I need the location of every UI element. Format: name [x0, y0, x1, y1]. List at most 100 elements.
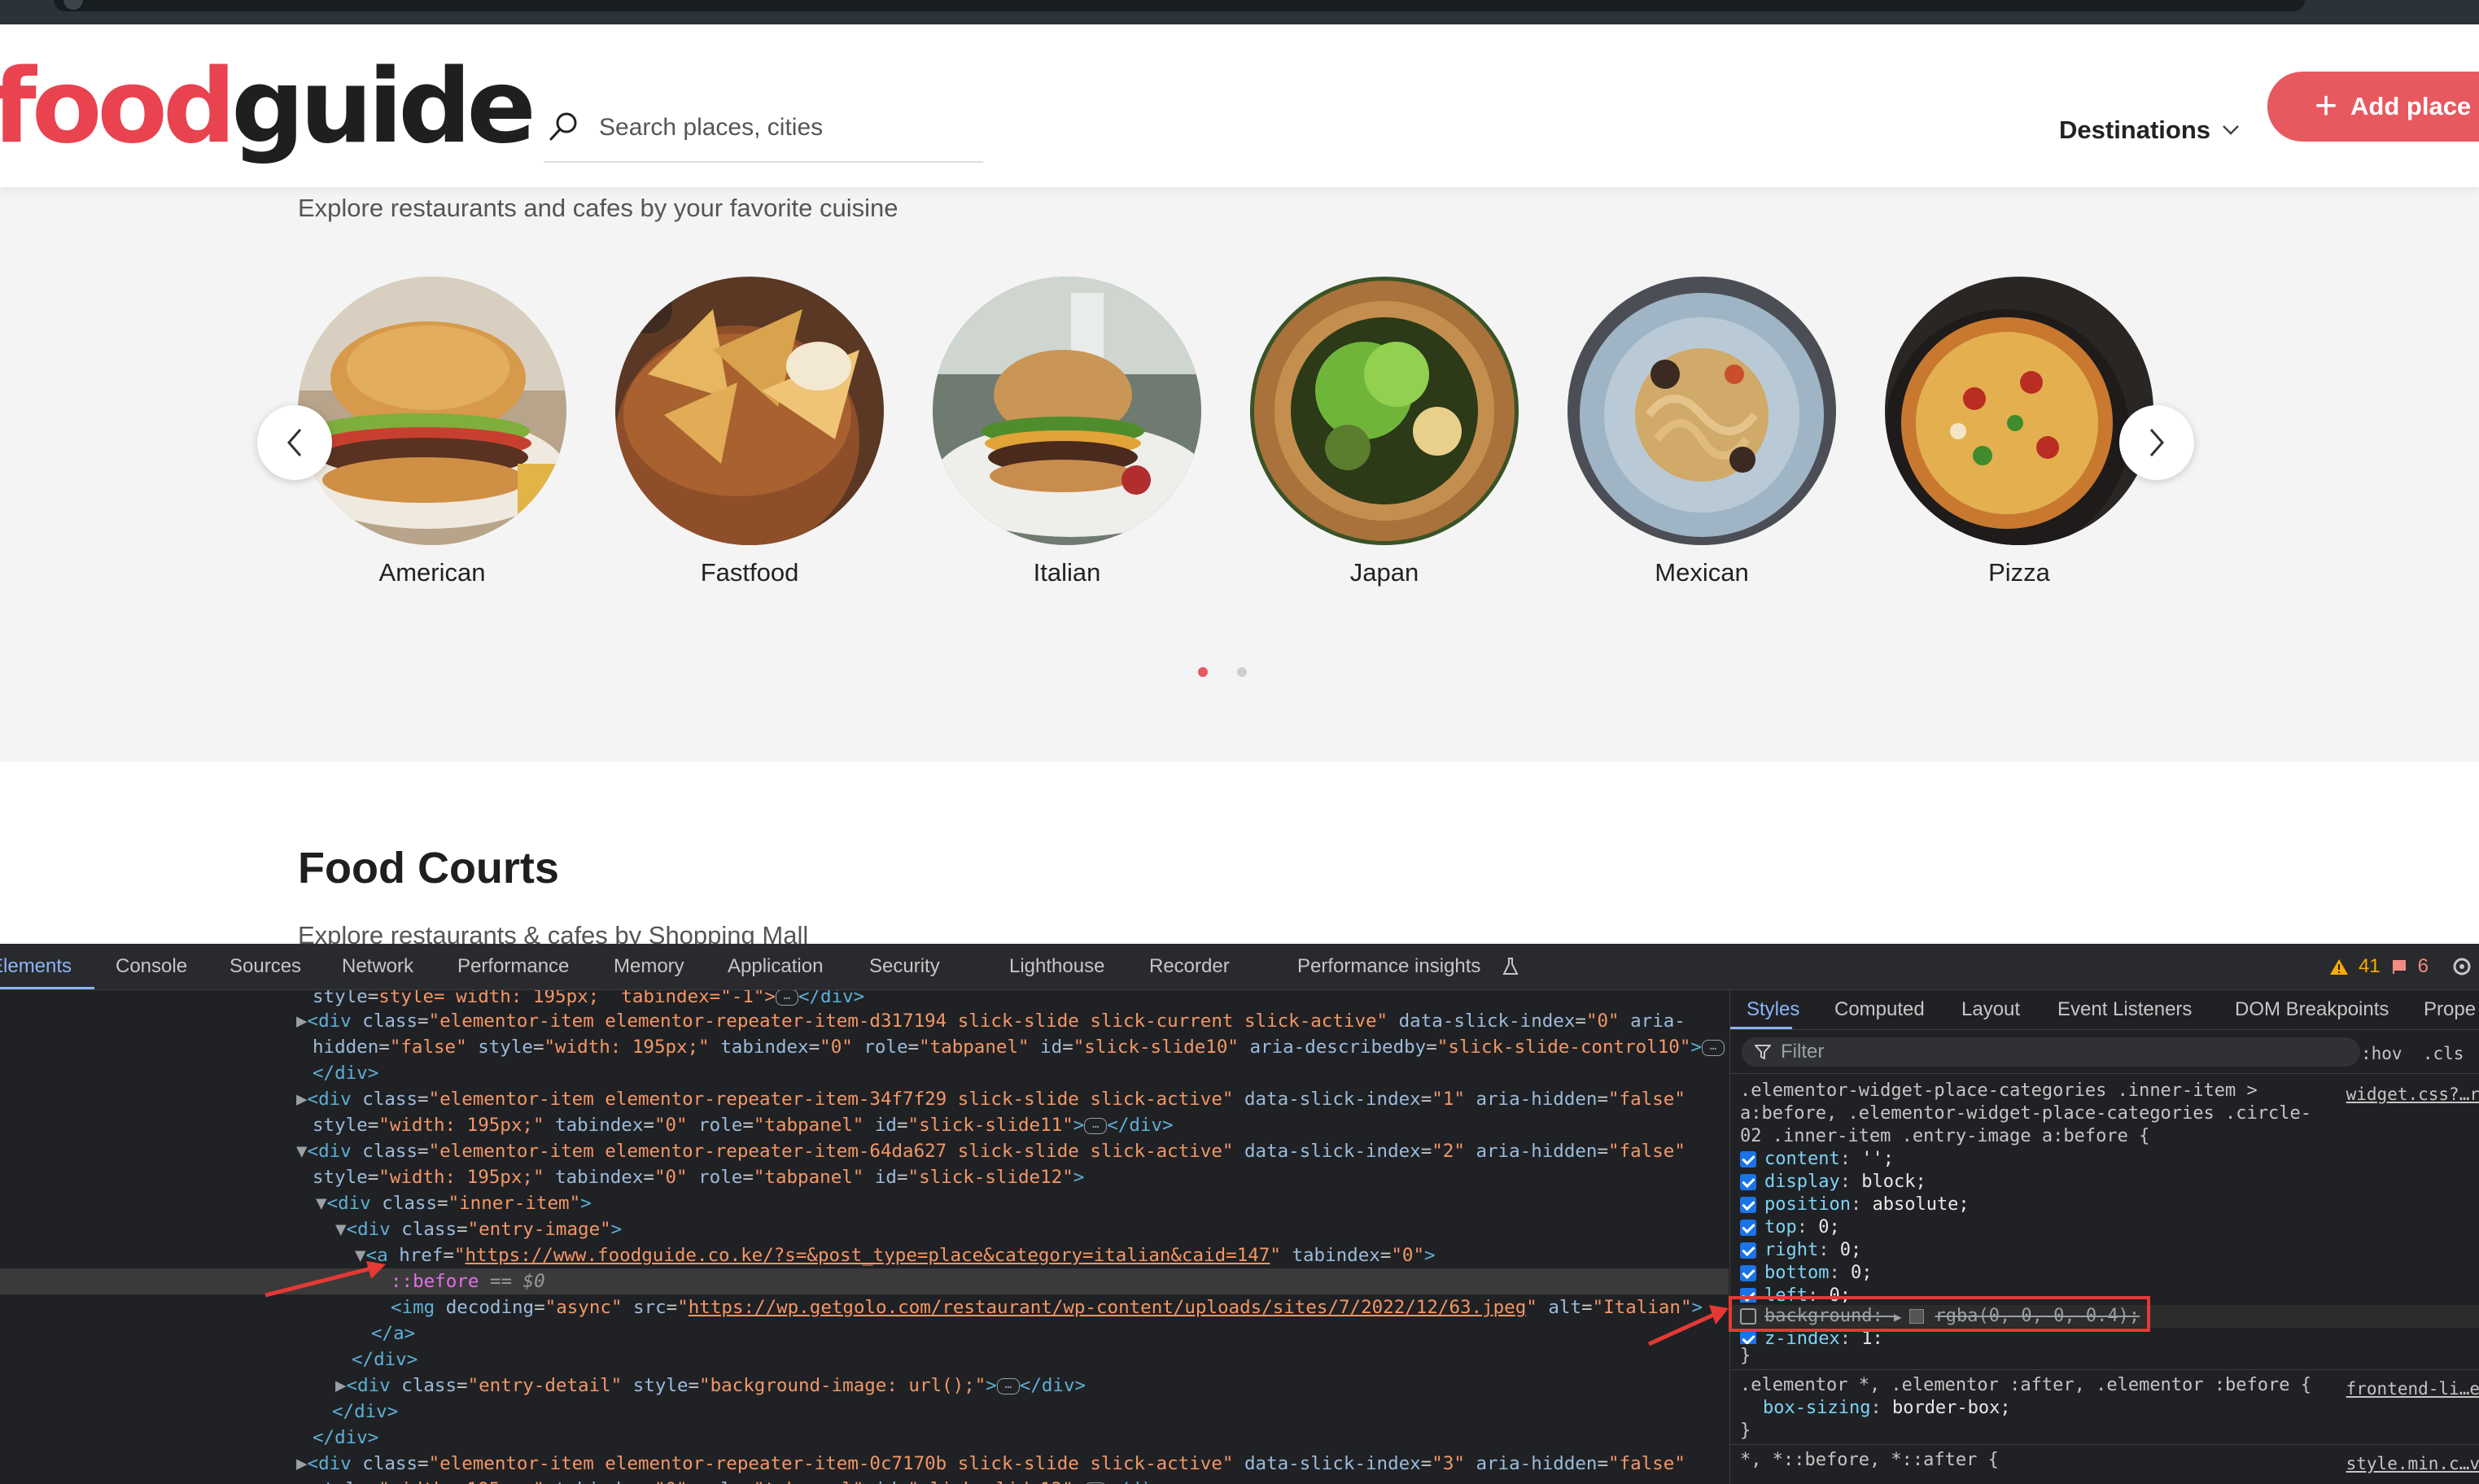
- dom-line[interactable]: <img decoding="async" src="https://wp.ge…: [391, 1294, 1703, 1320]
- category-italian[interactable]: Italian: [933, 277, 1201, 587]
- prop-value[interactable]: 0;: [1851, 1263, 1873, 1283]
- dom-line[interactable]: style="width: 195px;" tabindex="0" role=…: [313, 1112, 1174, 1138]
- dom-line-selected[interactable]: ::before == $0: [0, 1268, 1729, 1294]
- styles-filter[interactable]: Filter: [1742, 1037, 2360, 1067]
- elements-dom-tree[interactable]: style=style= width: 195px; tabindex="-1"…: [0, 990, 1729, 1484]
- category-american[interactable]: American: [298, 277, 566, 587]
- address-bar[interactable]: [54, 0, 2305, 11]
- prop-name[interactable]: content: [1764, 1149, 1840, 1169]
- prop-value[interactable]: '';: [1861, 1149, 1894, 1169]
- dom-line[interactable]: style="width: 195px;" tabindex="0" role=…: [313, 1477, 1174, 1484]
- prop-checkbox[interactable]: [1740, 1151, 1756, 1168]
- style-prop-row[interactable]: content: '';: [1740, 1148, 1894, 1171]
- prop-name[interactable]: right: [1764, 1240, 1818, 1260]
- dom-link[interactable]: https://wp.getgolo.com/restaurant/wp-con…: [689, 1297, 1527, 1318]
- style-source-link[interactable]: frontend-li…e: [2346, 1377, 2479, 1400]
- tab-memory[interactable]: Memory: [614, 944, 684, 989]
- carousel-prev-button[interactable]: [257, 405, 332, 480]
- search-box[interactable]: [544, 91, 983, 163]
- dom-line[interactable]: </div>: [313, 1425, 378, 1451]
- category-name[interactable]: Japan: [1250, 558, 1519, 587]
- carousel-dot-2[interactable]: [1237, 667, 1247, 677]
- style-prop-row[interactable]: right: 0;: [1740, 1239, 1861, 1262]
- category-name[interactable]: Fastfood: [615, 558, 884, 587]
- prop-checkbox[interactable]: [1740, 1242, 1756, 1259]
- tab-application[interactable]: Application: [728, 944, 823, 989]
- category-mexican[interactable]: Mexican: [1567, 277, 1836, 587]
- category-image-american[interactable]: [298, 277, 566, 545]
- tab-computed[interactable]: Computed: [1834, 990, 1925, 1029]
- tab-layout[interactable]: Layout: [1961, 990, 2020, 1029]
- tab-console[interactable]: Console: [116, 944, 187, 989]
- tab-elements[interactable]: Elements: [0, 944, 94, 989]
- category-name[interactable]: Italian: [933, 558, 1201, 587]
- category-name[interactable]: Pizza: [1885, 558, 2153, 587]
- add-place-button[interactable]: + Add place: [2267, 72, 2479, 142]
- gear-icon[interactable]: [2450, 954, 2474, 979]
- style-selector[interactable]: 02 .inner-item .entry-image a:before {: [1740, 1125, 2149, 1148]
- prop-name[interactable]: bottom: [1764, 1263, 1829, 1283]
- error-count[interactable]: 6: [2418, 955, 2429, 978]
- prop-value[interactable]: block;: [1861, 1172, 1926, 1192]
- category-image-italian[interactable]: [933, 277, 1201, 545]
- dom-line[interactable]: ▼<div class="elementor-item elementor-re…: [296, 1138, 1685, 1164]
- tab-performance-insights[interactable]: Performance insights: [1297, 944, 1480, 989]
- dom-line[interactable]: ▶<div class="entry-detail" style="backgr…: [335, 1373, 1086, 1399]
- category-fastfood[interactable]: Fastfood: [615, 277, 884, 587]
- style-selector[interactable]: .elementor *, .elementor :after, .elemen…: [1740, 1374, 2311, 1397]
- prop-name[interactable]: position: [1764, 1194, 1851, 1215]
- dom-line[interactable]: ▶<div class="elementor-item elementor-re…: [296, 1086, 1685, 1112]
- category-japan[interactable]: Japan: [1250, 277, 1519, 587]
- prop-value[interactable]: border-box;: [1892, 1398, 2011, 1418]
- category-image-mexican[interactable]: [1567, 277, 1836, 545]
- tab-event-listeners[interactable]: Event Listeners: [2057, 990, 2192, 1029]
- dom-line[interactable]: </a>: [371, 1320, 415, 1347]
- tab-recorder[interactable]: Recorder: [1149, 944, 1230, 989]
- tab-lighthouse[interactable]: Lighthouse: [1009, 944, 1104, 989]
- style-prop-row[interactable]: box-sizing: border-box;: [1763, 1397, 2011, 1420]
- prop-checkbox[interactable]: [1740, 1197, 1756, 1213]
- dom-line[interactable]: ▼<div class="entry-image">: [335, 1216, 622, 1242]
- prop-checkbox[interactable]: [1740, 1265, 1756, 1281]
- site-logo[interactable]: foodguide: [0, 55, 536, 158]
- tab-sources[interactable]: Sources: [230, 944, 301, 989]
- prop-value[interactable]: absolute;: [1872, 1194, 1969, 1215]
- style-source-link[interactable]: style.min.c…v: [2346, 1452, 2479, 1475]
- style-prop-row[interactable]: position: absolute;: [1740, 1194, 1970, 1216]
- prop-name[interactable]: box-sizing: [1763, 1398, 1870, 1418]
- carousel-next-button[interactable]: [2119, 405, 2194, 480]
- dom-line[interactable]: style="width: 195px;" tabindex="0" role=…: [313, 1164, 1084, 1190]
- dom-line[interactable]: style=style= width: 195px; tabindex="-1"…: [313, 990, 864, 1010]
- prop-checkbox[interactable]: [1740, 1174, 1756, 1190]
- style-selector[interactable]: *, *::before, *::after {: [1740, 1449, 1999, 1472]
- dom-line[interactable]: </div>: [352, 1347, 418, 1373]
- dom-line[interactable]: ▶<div class="elementor-item elementor-re…: [296, 1451, 1685, 1477]
- dom-line[interactable]: ▼<div class="inner-item">: [316, 1190, 592, 1216]
- style-selector[interactable]: .elementor-widget-place-categories .inne…: [1740, 1080, 2258, 1102]
- cls-toggle[interactable]: .cls: [2423, 1044, 2464, 1063]
- nav-destinations[interactable]: Destinations: [2059, 88, 2240, 172]
- dom-link[interactable]: https://www.foodguide.co.ke/?s=&post_typ…: [465, 1245, 1270, 1266]
- prop-checkbox[interactable]: [1740, 1331, 1756, 1344]
- category-image-pizza[interactable]: [1885, 277, 2153, 545]
- style-prop-row[interactable]: top: 0;: [1740, 1216, 1840, 1239]
- prop-name[interactable]: display: [1764, 1172, 1840, 1192]
- prop-checkbox[interactable]: [1740, 1220, 1756, 1236]
- warning-count[interactable]: 41: [2359, 955, 2381, 978]
- tab-network[interactable]: Network: [342, 944, 413, 989]
- prop-name[interactable]: top: [1764, 1217, 1797, 1237]
- tab-security[interactable]: Security: [869, 944, 940, 989]
- style-prop-row[interactable]: bottom: 0;: [1740, 1262, 1872, 1285]
- hov-toggle[interactable]: :hov: [2361, 1044, 2402, 1063]
- category-name[interactable]: American: [298, 558, 566, 587]
- dom-line[interactable]: </div>: [313, 1060, 378, 1086]
- tab-performance[interactable]: Performance: [457, 944, 569, 989]
- dom-line[interactable]: hidden="false" style="width: 195px;" tab…: [313, 1034, 1725, 1060]
- category-name[interactable]: Mexican: [1567, 558, 1836, 587]
- category-pizza[interactable]: Pizza: [1885, 277, 2153, 587]
- carousel-dot-1[interactable]: [1198, 667, 1208, 677]
- tab-styles[interactable]: Styles: [1730, 990, 1799, 1029]
- tab-properties[interactable]: Prope: [2424, 990, 2476, 1029]
- category-image-japan[interactable]: [1250, 277, 1519, 545]
- style-prop-row[interactable]: display: block;: [1740, 1171, 1926, 1194]
